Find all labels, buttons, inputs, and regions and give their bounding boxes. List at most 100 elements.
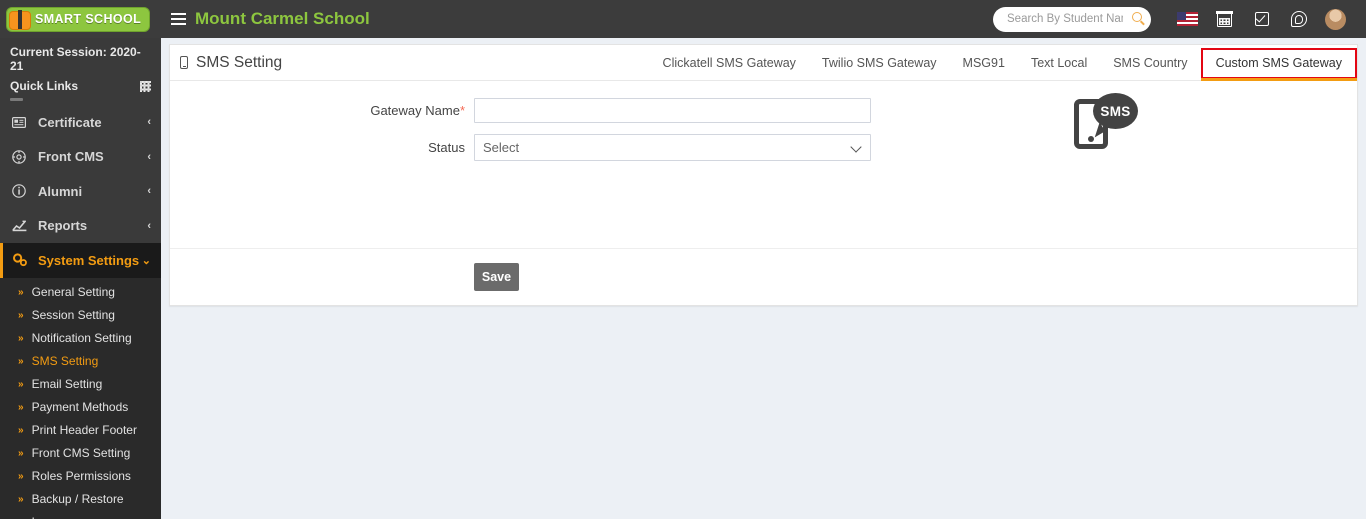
tab-custom-sms-gateway[interactable]: Custom SMS Gateway [1201,48,1357,79]
book-spine [18,10,22,29]
tab-text-local[interactable]: Text Local [1018,45,1100,81]
alumni-icon [12,184,31,198]
tab-label: Text Local [1031,56,1087,70]
submenu-item-email-setting[interactable]: »Email Setting [0,373,161,396]
chevron-icon: ‹ [147,185,151,197]
sidebar-item-label: Reports [38,218,147,233]
card-header: SMS Setting Clickatell SMS Gateway Twilio… [170,45,1357,81]
sidebar-item-label: Certificate [38,115,147,130]
gateway-name-row: Gateway Name* [170,98,1357,123]
submenu-item-label: Session Setting [32,308,115,322]
double-chevron-icon: » [18,471,24,482]
sidebar-item-alumni[interactable]: Alumni‹ [0,174,161,209]
avatar [1325,9,1346,30]
quick-links-label: Quick Links [10,79,78,93]
submenu-item-label: Backup / Restore [32,492,124,506]
open-book-icon [9,10,31,29]
chevron-icon: ‹ [147,116,151,128]
submenu-item-payment-methods[interactable]: »Payment Methods [0,396,161,419]
sidebar: Current Session: 2020-21 Quick Links Cer… [0,38,161,519]
smart-school-logo[interactable]: SMART SCHOOL [6,7,150,32]
status-select[interactable]: SelectEnabledDisabled [474,134,871,161]
checkbox-icon [1255,12,1269,26]
tab-msg91[interactable]: MSG91 [950,45,1018,81]
chevron-icon: ‹ [147,151,151,163]
tab-label: Clickatell SMS Gateway [663,56,796,70]
scrolled-clipped-item [0,98,161,105]
current-session-label: Current Session: 2020-21 [10,45,151,73]
sidebar-item-label: Front CMS [38,149,147,164]
calendar-button[interactable] [1206,0,1243,38]
quick-links-toggle[interactable]: Quick Links [0,75,161,98]
submenu-item-backup-restore[interactable]: » Backup / Restore [0,488,161,511]
reports-icon [12,220,31,232]
search-icon[interactable] [1132,12,1142,22]
search-box[interactable] [993,7,1151,32]
logo-text: SMART SCHOOL [35,12,141,26]
system-settings-submenu: » General Setting » Session Setting » Notific… [0,278,161,519]
sms-setting-card: SMS Setting Clickatell SMS Gateway Twilio… [169,44,1358,306]
page-title: SMS Setting [180,54,282,72]
submenu-item-roles-permissions[interactable]: »Roles Permissions [0,465,161,488]
submenu-item-front-cms-setting[interactable]: » Front CMS Setting [0,442,161,465]
tab-label: MSG91 [963,56,1005,70]
double-chevron-icon: » [18,448,24,459]
sidebar-item-reports[interactable]: Reports‹ [0,209,161,244]
cogs-icon [12,253,31,267]
main-content: SMS Setting Clickatell SMS Gateway Twilio… [161,38,1366,519]
status-select-wrapper[interactable]: SelectEnabledDisabled [474,134,871,161]
sidebar-item-front-cms[interactable]: Front CMS‹ [0,140,161,175]
sms-bubble-text: SMS [1100,104,1130,119]
calendar-icon [1217,12,1232,27]
gateway-tabs: Clickatell SMS Gateway Twilio SMS Gateway… [650,45,1357,81]
whatsapp-button[interactable] [1280,0,1317,38]
sidebar-item-certificate[interactable]: Certificate‹ [0,105,161,140]
tasks-button[interactable] [1243,0,1280,38]
tab-twilio-sms-gateway[interactable]: Twilio SMS Gateway [809,45,950,81]
submenu-item-languages[interactable]: »Languages [0,511,161,519]
double-chevron-icon: » [18,356,24,367]
tab-label: Twilio SMS Gateway [822,56,937,70]
submenu-item-session-setting[interactable]: » Session Setting [0,304,161,327]
save-button[interactable]: Save [474,263,519,291]
submenu-item-notification-setting[interactable]: » Notification Setting [0,327,161,350]
grid-icon[interactable] [140,81,151,92]
whatsapp-icon [1291,11,1307,27]
sms-illustration: SMS [1074,93,1138,153]
double-chevron-icon: » [18,310,24,321]
submenu-item-label: Languages [32,515,91,519]
page-title-text: SMS Setting [196,54,282,72]
submenu-item-label: Front CMS Setting [32,446,131,460]
submenu-item-label: General Setting [32,285,115,299]
double-chevron-icon: » [18,287,24,298]
language-flag-button[interactable] [1169,0,1206,38]
double-chevron-icon: » [18,494,24,505]
tab-label: Custom SMS Gateway [1216,56,1342,70]
sidebar-toggle-button[interactable] [161,0,195,38]
user-menu-button[interactable] [1317,0,1354,38]
school-title: Mount Carmel School [195,9,370,29]
top-header-bar: SMART SCHOOL Mount Carmel School [0,0,1366,38]
mobile-phone-icon [180,56,188,69]
chevron-icon: ⌄ [142,254,151,267]
double-chevron-icon: » [18,379,24,390]
submenu-item-label: Notification Setting [32,331,132,345]
header-actions [993,0,1366,38]
status-label: Status [170,140,474,155]
flag-icon [1177,12,1198,26]
search-input[interactable] [1005,12,1125,26]
submenu-item-label: SMS Setting [32,354,99,368]
logo-area[interactable]: SMART SCHOOL [0,0,161,38]
sidebar-nav-list: Certificate‹Front CMS‹Alumni‹Reports‹Sys… [0,105,161,278]
tab-label: SMS Country [1113,56,1187,70]
gateway-name-input[interactable] [474,98,871,123]
submenu-item-general-setting[interactable]: » General Setting [0,281,161,304]
tab-sms-country[interactable]: SMS Country [1100,45,1200,81]
gateway-name-label: Gateway Name* [170,103,474,118]
submenu-item-sms-setting[interactable]: » SMS Setting [0,350,161,373]
tab-clickatell-sms-gateway[interactable]: Clickatell SMS Gateway [650,45,809,81]
submenu-item-print-header-footer[interactable]: »Print Header Footer [0,419,161,442]
sidebar-item-system-settings[interactable]: System Settings⌄ [0,243,161,278]
certificate-icon [12,117,31,128]
double-chevron-icon: » [18,333,24,344]
